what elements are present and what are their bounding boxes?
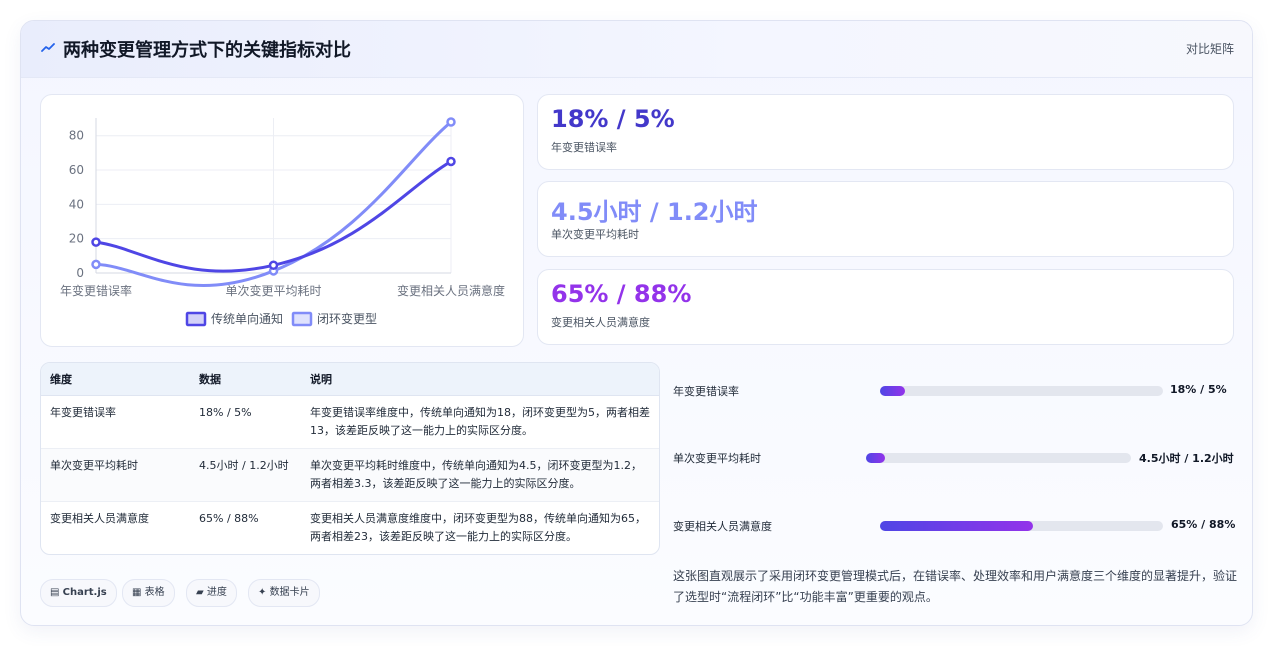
y-tick-label: 20 xyxy=(69,232,84,246)
progress-label: 变更相关人员满意度 xyxy=(673,520,772,533)
cell-description: 变更相关人员满意度维度中，闭环变更型为88，传统单向通知为65，两者相差23，该… xyxy=(310,512,646,543)
comparison-card: 两种变更管理方式下的关键指标对比 对比矩阵 0 20 40 60 80 年变更错误率 单次变… xyxy=(20,20,1253,626)
data-point xyxy=(268,260,279,271)
progress-row-avg-time: 单次变更平均耗时 4.5小时 / 1.2小时 xyxy=(673,448,1234,468)
cell-data: 65% / 88% xyxy=(199,512,259,525)
progress-value: 4.5小时 / 1.2小时 xyxy=(1139,452,1234,465)
cell-data: 18% / 5% xyxy=(190,395,301,449)
progress-label: 年变更错误率 xyxy=(673,385,739,398)
pill-label: 数据卡片 xyxy=(269,587,310,598)
data-point xyxy=(446,117,456,127)
chart-trend-icon xyxy=(41,43,55,52)
pill-table[interactable]: ▦ 表格 xyxy=(122,579,175,607)
cell-description: 年变更错误率维度中，传统单向通知为18，闭环变更型为5，两者相差13，该差距反映… xyxy=(301,395,659,449)
card-title: 两种变更管理方式下的关键指标对比 xyxy=(63,40,351,61)
y-tick-label: 40 xyxy=(69,197,84,211)
line-chart: 0 20 40 60 80 年变更错误率 单次变更平均耗时 变更相关人员满意度传统单向通知 闭环… xyxy=(60,117,505,327)
y-tick-label: 80 xyxy=(69,129,84,143)
data-point xyxy=(91,259,101,270)
progress-fill xyxy=(880,386,906,396)
comparison-table: 维度 数据 说明 年变更错误率 18% / 5% 年变更错误率维度中，传统单向通… xyxy=(40,362,660,555)
progress-track xyxy=(866,453,1131,463)
table-row: 变更相关人员满意度 65% / 88% 变更相关人员满意度维度中，闭环变更型为8… xyxy=(41,502,659,555)
summary-text: 这张图直观展示了采用闭环变更管理模式后，在错误率、处理效率和用户满意度三个维度的… xyxy=(673,569,1238,604)
cell-data: 4.5小时 / 1.2小时 xyxy=(190,448,301,502)
stat-card-satisfaction: 65% / 88% 变更相关人员满意度 xyxy=(537,269,1234,345)
card-header: 两种变更管理方式下的关键指标对比 对比矩阵 xyxy=(21,21,1252,78)
pill-chartjs[interactable]: ▤ Chart.js xyxy=(40,579,117,607)
cell-description: 单次变更平均耗时维度中，传统单向通知为4.5，闭环变更型为1.2，两者相差3.3… xyxy=(301,448,659,502)
matrix-badge: 对比矩阵 xyxy=(1185,42,1234,56)
sparkle-icon: ✦ xyxy=(258,587,267,598)
progress-icon: ▰ xyxy=(196,587,204,598)
table-icon: ▦ xyxy=(132,587,142,598)
progress-value: 65% / 88% xyxy=(1171,518,1236,531)
progress-row-error-rate: 年变更错误率 18% / 5% xyxy=(673,381,1233,401)
progress-track xyxy=(880,521,1163,531)
progress-fill xyxy=(866,453,885,463)
table-header-row: 维度 数据 说明 xyxy=(41,363,659,396)
legend-label: 传统单向通知 xyxy=(211,311,283,326)
pill-label: Chart.js xyxy=(62,587,107,598)
pill-progress[interactable]: ▰ 进度 xyxy=(186,579,237,607)
progress-value: 18% / 5% xyxy=(1170,383,1227,396)
column-header-dimension: 维度 xyxy=(41,363,190,396)
stat-value: 4.5小时 / 1.2小时 xyxy=(551,198,758,226)
line-chart-panel: 0 20 40 60 80 年变更错误率 单次变更平均耗时 变更相关人员满意度传统单向通知 闭环… xyxy=(40,94,524,347)
column-header-data: 数据 xyxy=(190,363,301,396)
pill-data-cards[interactable]: ✦ 数据卡片 xyxy=(248,579,320,607)
cell-dimension: 单次变更平均耗时 xyxy=(41,448,190,502)
y-tick-label: 0 xyxy=(76,266,84,280)
x-tick-label: 变更相关人员满意度 xyxy=(397,283,505,298)
stat-label: 变更相关人员满意度 xyxy=(551,316,650,329)
column-header-description: 说明 xyxy=(301,363,659,396)
table-row: 单次变更平均耗时 4.5小时 / 1.2小时 单次变更平均耗时维度中，传统单向通… xyxy=(41,448,659,502)
x-tick-label: 单次变更平均耗时 xyxy=(225,283,321,298)
chart-icon: ▤ xyxy=(50,587,60,598)
stat-value: 65% / 88% xyxy=(551,280,692,308)
progress-row-satisfaction: 变更相关人员满意度 65% / 88% xyxy=(673,516,1236,536)
x-tick-label: 年变更错误率 xyxy=(60,283,132,298)
cell-dimension: 变更相关人员满意度 xyxy=(50,512,149,525)
legend-label: 闭环变更型 xyxy=(317,311,377,326)
progress-label: 单次变更平均耗时 xyxy=(673,452,761,465)
data-point xyxy=(446,156,456,167)
progress-track xyxy=(880,386,1163,396)
y-tick-label: 60 xyxy=(69,163,84,177)
stat-card-error-rate: 18% / 5% 年变更错误率 xyxy=(537,94,1234,170)
cell-dimension: 年变更错误率 xyxy=(41,395,190,449)
pill-label: 进度 xyxy=(206,587,227,598)
legend-swatch xyxy=(185,311,207,327)
stat-label: 单次变更平均耗时 xyxy=(551,228,639,241)
stat-label: 年变更错误率 xyxy=(551,141,617,154)
data-point xyxy=(91,237,101,247)
progress-fill xyxy=(880,521,1033,531)
stat-value: 18% / 5% xyxy=(551,105,675,133)
legend-swatch xyxy=(291,311,313,327)
table-row: 年变更错误率 18% / 5% 年变更错误率维度中，传统单向通知为18，闭环变更… xyxy=(41,395,659,449)
stat-card-avg-time: 4.5小时 / 1.2小时 单次变更平均耗时 xyxy=(537,181,1234,257)
pill-label: 表格 xyxy=(144,587,165,598)
